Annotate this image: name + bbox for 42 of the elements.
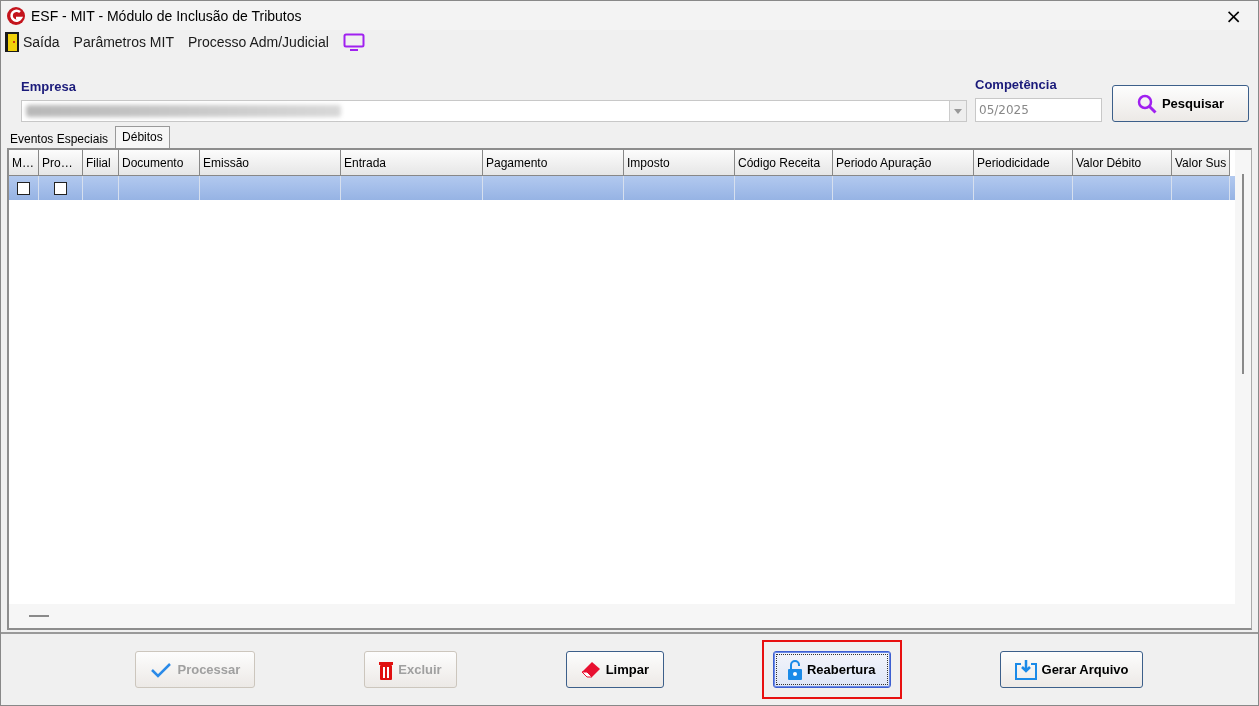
checkbox[interactable] — [54, 181, 67, 195]
column-header[interactable]: Periodo Apuração — [833, 150, 974, 176]
column-header[interactable]: Entrada — [341, 150, 483, 176]
column-header[interactable]: Pro… — [39, 150, 83, 176]
scrollbar-thumb[interactable] — [1242, 174, 1244, 374]
menu-item[interactable]: Parâmetros MIT — [73, 34, 174, 50]
company-dropdown[interactable] — [21, 100, 967, 122]
window-title: ESF - MIT - Módulo de Inclusão de Tributos — [31, 7, 303, 24]
checkmark-icon — [150, 661, 173, 678]
dropdown-arrow-icon — [954, 108, 962, 114]
column-header[interactable]: Imposto — [624, 150, 735, 176]
door-icon — [5, 32, 19, 52]
eraser-icon — [580, 660, 601, 679]
column-header[interactable]: Filial — [83, 150, 119, 176]
search-button[interactable]: Pesquisar — [1112, 85, 1249, 122]
app-logo — [7, 6, 25, 25]
trash-icon — [379, 659, 394, 680]
action-button[interactable]: Reabertura — [772, 651, 891, 688]
search-icon — [1136, 93, 1157, 114]
period-field[interactable]: 05/2025 — [975, 98, 1102, 122]
column-header[interactable]: Periodicidade — [974, 150, 1073, 176]
close-button[interactable]: × — [1215, 3, 1252, 28]
field-label: Competência — [975, 77, 1058, 92]
column-header[interactable]: M… — [9, 150, 39, 176]
action-button[interactable]: Gerar Arquivo — [999, 651, 1144, 688]
column-header[interactable]: Valor Débito — [1073, 150, 1172, 176]
field-label: Empresa — [21, 79, 77, 94]
checkbox[interactable] — [17, 181, 30, 195]
unlocked-padlock-icon — [787, 659, 802, 680]
column-header[interactable]: Documento — [119, 150, 200, 176]
monitor-icon[interactable] — [342, 33, 365, 51]
menu-item[interactable]: Saída — [5, 32, 60, 52]
column-header[interactable]: Valor Sus — [1172, 150, 1230, 176]
download-icon — [1014, 659, 1037, 680]
tab[interactable]: Débitos — [115, 126, 170, 148]
scrollbar-thumb[interactable] — [29, 615, 49, 617]
column-header[interactable]: Pagamento — [483, 150, 624, 176]
action-button[interactable]: Limpar — [565, 651, 664, 688]
column-header[interactable]: Emissão — [200, 150, 341, 176]
tab[interactable]: Eventos Especiais — [3, 129, 116, 148]
column-header[interactable]: Código Receita — [735, 150, 833, 176]
menu-item[interactable]: Processo Adm/Judicial — [187, 34, 329, 50]
